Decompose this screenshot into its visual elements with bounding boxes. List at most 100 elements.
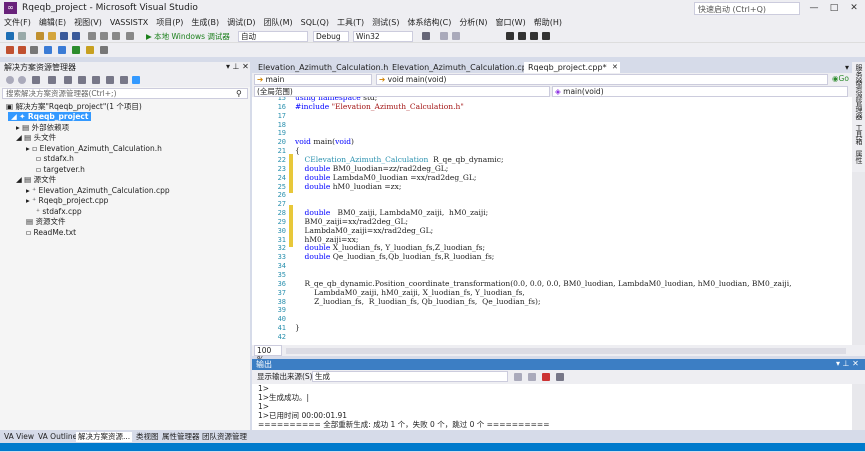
va-context-select[interactable]: ➔ main	[254, 74, 372, 85]
menu-edit[interactable]: 编辑(E)	[35, 17, 70, 29]
va-spell-icon[interactable]	[100, 46, 108, 54]
find-icon[interactable]	[422, 32, 430, 40]
va-refactor-icon[interactable]	[72, 46, 80, 54]
bookmark-icon[interactable]	[506, 32, 514, 40]
quick-launch-input[interactable]: 快速启动 (Ctrl+Q)	[694, 2, 800, 15]
properties-icon[interactable]	[120, 76, 128, 84]
sync-icon[interactable]	[64, 76, 72, 84]
tree-item-project[interactable]: ◢ ✦ Rqeqb_project	[8, 112, 92, 121]
debug-target-select[interactable]: 自动	[238, 31, 308, 42]
search-icon[interactable]: ⚲	[236, 89, 242, 98]
menu-project[interactable]: 项目(P)	[152, 17, 187, 29]
server-explorer-tab[interactable]: 服务器资源管理器	[854, 64, 864, 120]
menu-window[interactable]: 窗口(W)	[492, 17, 530, 29]
refresh-icon[interactable]	[78, 76, 86, 84]
menu-build[interactable]: 生成(B)	[187, 17, 223, 29]
tab-property-manager[interactable]: 属性管理器	[160, 432, 202, 442]
cut-icon[interactable]	[88, 32, 96, 40]
close-icon[interactable]: ✕	[846, 2, 862, 14]
va-toggle-icon[interactable]	[58, 46, 66, 54]
output-pin-icon[interactable]: ▾ ⊥ ✕	[836, 359, 859, 368]
forward-icon[interactable]	[18, 76, 26, 84]
copy-icon[interactable]	[100, 32, 108, 40]
tree-item-file[interactable]: ▫ targetver.h	[36, 165, 85, 174]
member-select[interactable]: ◈ main(void)	[552, 86, 848, 97]
maximize-icon[interactable]: □	[826, 2, 842, 14]
tree-item-file[interactable]: ▫ ReadMe.txt	[26, 228, 76, 237]
new-project-icon[interactable]	[36, 32, 44, 40]
tree-item-file[interactable]: ⁺ stdafx.cpp	[36, 207, 82, 216]
properties-tab[interactable]: 属性	[854, 150, 864, 164]
menu-vassistx[interactable]: VASSISTX	[106, 17, 152, 29]
tree-item-header-files[interactable]: ◢ ▤ 头文件	[16, 133, 56, 142]
output-source-select[interactable]: 生成	[312, 371, 508, 382]
tab-va-view[interactable]: VA View	[2, 432, 36, 442]
tree-item-resource-files[interactable]: ▤ 资源文件	[26, 217, 65, 226]
solution-search-input[interactable]: 搜索解决方案资源管理器(Ctrl+;)	[2, 88, 248, 99]
word-wrap-icon[interactable]	[556, 373, 564, 381]
show-all-files-icon[interactable]	[106, 76, 114, 84]
platform-select[interactable]: Win32	[353, 31, 413, 42]
tab-list-icon[interactable]: ▾	[845, 63, 849, 72]
collapse-all-icon[interactable]	[92, 76, 100, 84]
va-references-icon[interactable]	[30, 46, 38, 54]
go-button[interactable]: ◉Go	[832, 74, 849, 84]
va-definition-select[interactable]: ➔ void main(void)	[376, 74, 828, 85]
tab-class-view[interactable]: 类视图	[134, 432, 161, 442]
tree-item-file[interactable]: ▫ stdafx.h	[36, 154, 74, 163]
next-bookmark-icon[interactable]	[530, 32, 538, 40]
tree-item-file[interactable]: ▸ ⁺ Rqeqb_project.cpp	[26, 196, 108, 205]
uncomment-icon[interactable]	[452, 32, 460, 40]
zoom-select[interactable]: 100 %	[254, 345, 282, 364]
menu-view[interactable]: 视图(V)	[70, 17, 106, 29]
undo-icon[interactable]	[112, 32, 120, 40]
va-open-file-icon[interactable]	[6, 46, 14, 54]
open-icon[interactable]	[48, 32, 56, 40]
preview-icon[interactable]	[132, 76, 140, 84]
output-scrollbar[interactable]	[852, 384, 865, 430]
next-message-icon[interactable]	[528, 373, 536, 381]
menu-analyze[interactable]: 分析(N)	[455, 17, 491, 29]
menu-tools[interactable]: 工具(T)	[333, 17, 368, 29]
menu-sql[interactable]: SQL(Q)	[297, 17, 333, 29]
tree-item-file[interactable]: ▸ ⁺ Elevation_Azimuth_Calculation.cpp	[26, 186, 170, 195]
save-icon[interactable]	[60, 32, 68, 40]
tab-team-explorer[interactable]: 团队资源管理器	[200, 432, 252, 451]
va-goto-icon[interactable]	[44, 46, 52, 54]
configuration-select[interactable]: Debug	[313, 31, 349, 42]
prev-bookmark-icon[interactable]	[518, 32, 526, 40]
tab-solution-explorer[interactable]: 解决方案资源...	[76, 432, 133, 442]
prev-message-icon[interactable]	[514, 373, 522, 381]
back-icon[interactable]	[6, 32, 14, 40]
menu-team[interactable]: 团队(M)	[259, 17, 296, 29]
clear-all-icon[interactable]	[542, 373, 550, 381]
redo-icon[interactable]	[126, 32, 134, 40]
tab-rqeqb-cpp[interactable]: Rqeqb_project.cpp*	[524, 62, 620, 73]
minimize-icon[interactable]: —	[806, 2, 822, 14]
va-highlight-icon[interactable]	[86, 46, 94, 54]
start-debugging-button[interactable]: ▶ 本地 Windows 调试器	[146, 32, 230, 42]
menu-architecture[interactable]: 体系结构(C)	[403, 17, 455, 29]
back-icon[interactable]	[6, 76, 14, 84]
tree-item-solution[interactable]: ▣ 解决方案"Rqeqb_project"(1 个项目)	[6, 102, 142, 111]
output-text-area[interactable]: 1> 1>生成成功。| 1> 1>已用时间 00:00:01.91 ======…	[252, 384, 852, 430]
tab-va-outline[interactable]: VA Outline	[36, 432, 79, 442]
tree-item-file[interactable]: ▸ ▫ Elevation_Azimuth_Calculation.h	[26, 144, 162, 153]
menu-test[interactable]: 测试(S)	[368, 17, 403, 29]
clear-bookmarks-icon[interactable]	[542, 32, 550, 40]
menu-file[interactable]: 文件(F)	[0, 17, 35, 29]
pending-changes-icon[interactable]	[48, 76, 56, 84]
save-all-icon[interactable]	[72, 32, 80, 40]
close-icon[interactable]: ✕	[608, 62, 622, 73]
tree-item-external-deps[interactable]: ▸ ▤ 外部依赖项	[16, 123, 69, 132]
menu-debug[interactable]: 调试(D)	[223, 17, 259, 29]
home-icon[interactable]	[32, 76, 40, 84]
tab-elevation-cpp[interactable]: Elevation_Azimuth_Calculation.cpp	[388, 62, 536, 73]
pin-icon[interactable]: ▾ ⊥ ✕	[226, 62, 249, 71]
tab-elevation-h[interactable]: Elevation_Azimuth_Calculation.h	[254, 62, 392, 73]
forward-icon[interactable]	[18, 32, 26, 40]
menu-help[interactable]: 帮助(H)	[530, 17, 566, 29]
scope-select[interactable]: (全局范围)	[254, 86, 550, 97]
code-editor[interactable]: 15 16 17 18 19 20 21 22 23 24 25 26 27 28 29 30 31 32 33 34…	[252, 97, 852, 345]
va-find-symbol-icon[interactable]	[18, 46, 26, 54]
